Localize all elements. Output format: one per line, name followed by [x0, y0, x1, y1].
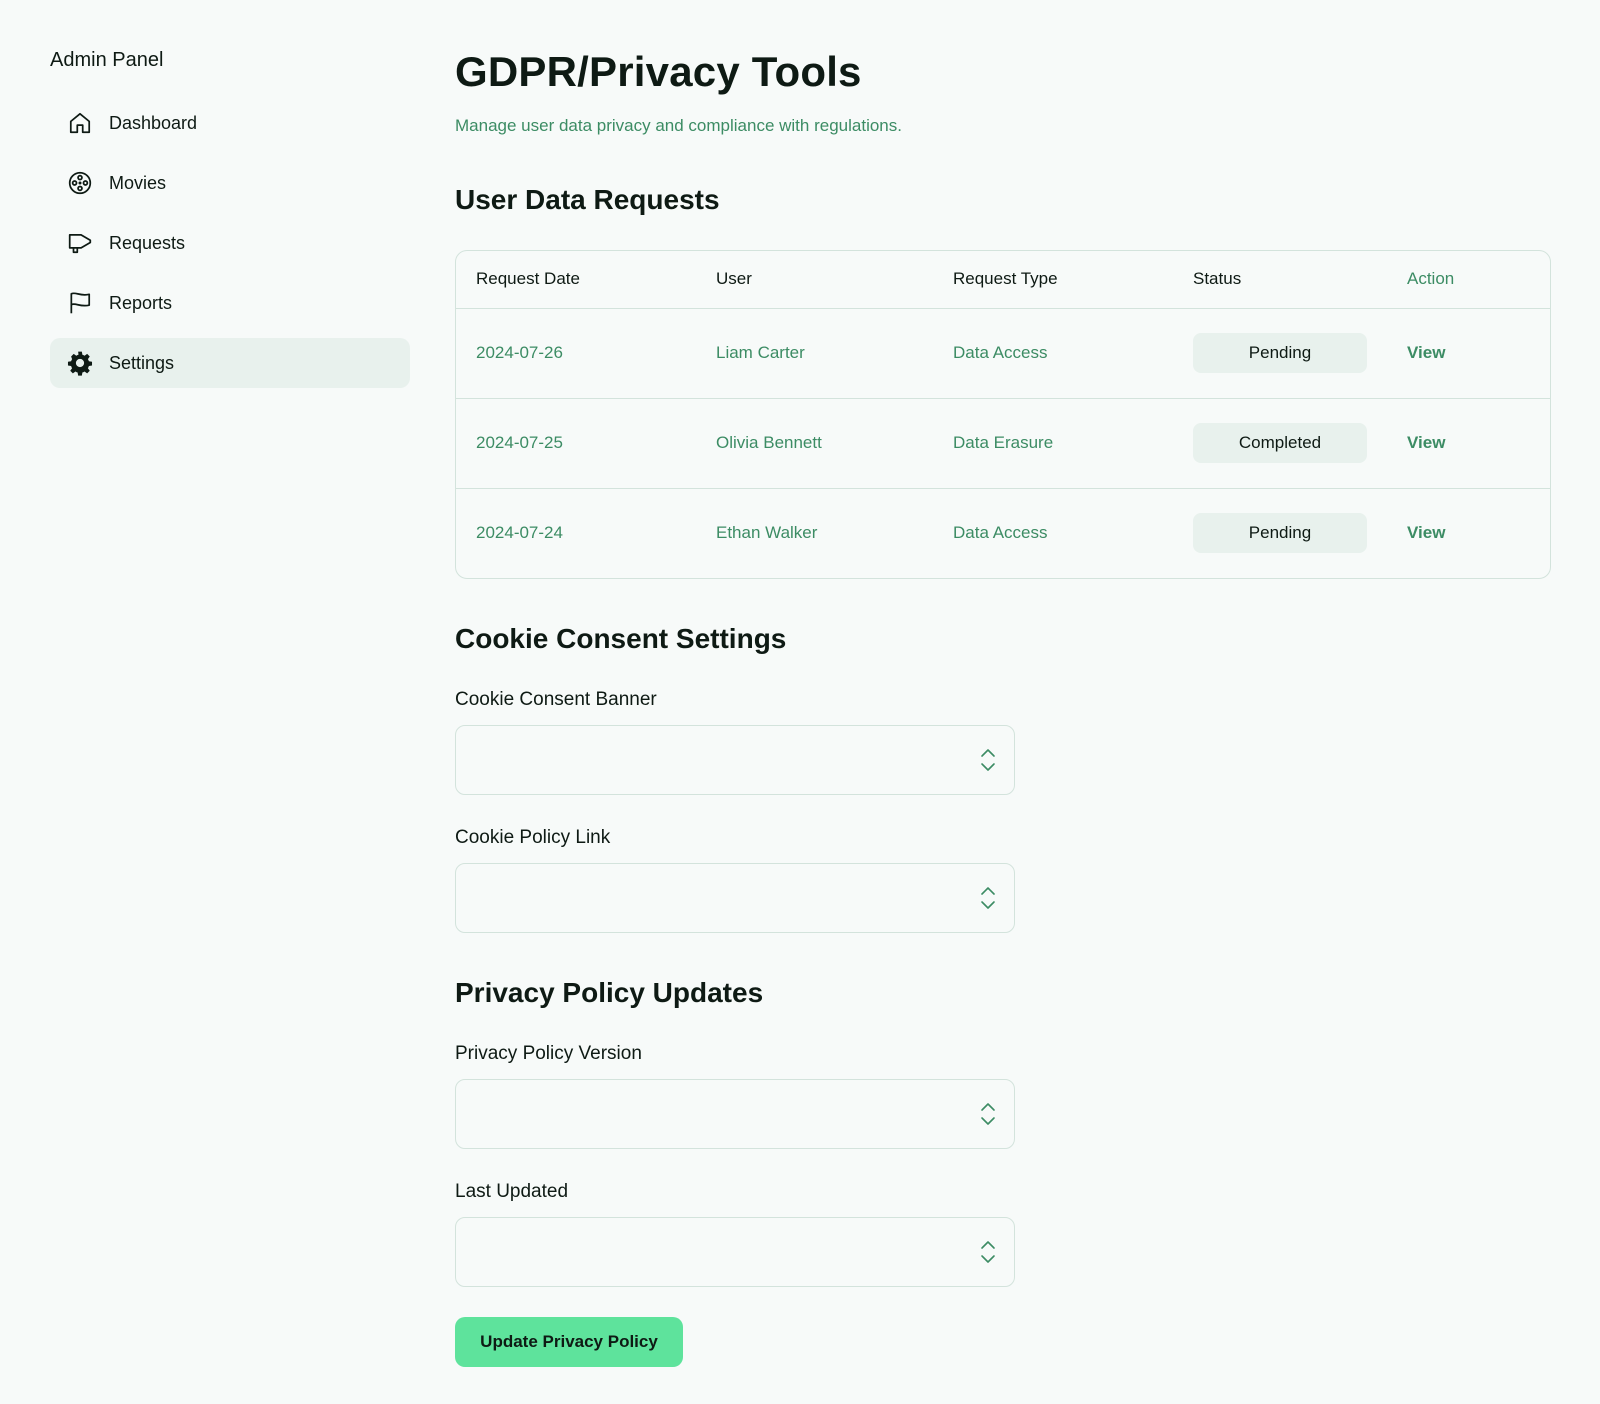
- house-icon: [67, 110, 93, 136]
- column-header-status: Status: [1173, 251, 1387, 309]
- request-date: 2024-07-25: [456, 398, 696, 489]
- privacy-policy-version-label: Privacy Policy Version: [455, 1043, 642, 1064]
- status-badge: Pending: [1193, 513, 1367, 554]
- sidebar-item-label: Dashboard: [109, 112, 198, 133]
- view-link[interactable]: View: [1407, 433, 1445, 452]
- flag-icon: [67, 290, 93, 316]
- view-link[interactable]: View: [1407, 523, 1445, 542]
- sidebar-item-settings[interactable]: Settings: [50, 338, 410, 388]
- chevron-up-down-icon: [981, 887, 995, 909]
- table-header-row: Request Date User Request Type Status Ac…: [456, 251, 1550, 309]
- chevron-up-down-icon: [981, 1241, 995, 1263]
- sidebar-item-label: Settings: [109, 352, 175, 373]
- column-header-user: User: [696, 251, 933, 309]
- sidebar-title: Admin Panel: [50, 49, 164, 71]
- cookie-consent-banner-label: Cookie Consent Banner: [455, 689, 657, 710]
- table-row: 2024-07-26 Liam Carter Data Access Pendi…: [456, 308, 1550, 399]
- status-badge: Completed: [1193, 423, 1367, 463]
- page-subtitle: Manage user data privacy and compliance …: [455, 116, 902, 135]
- section-title-privacy-policy-updates: Privacy Policy Updates: [455, 977, 764, 1008]
- sidebar: Admin Panel Dashboard Movies Requests Re…: [50, 44, 410, 398]
- sidebar-item-label: Movies: [109, 172, 167, 193]
- update-privacy-policy-button[interactable]: Update Privacy Policy: [455, 1317, 683, 1367]
- table-row: 2024-07-24 Ethan Walker Data Access Pend…: [456, 488, 1550, 578]
- column-header-request-type: Request Type: [933, 251, 1173, 309]
- sidebar-item-reports[interactable]: Reports: [50, 278, 410, 328]
- page-title: GDPR/Privacy Tools: [455, 48, 862, 95]
- section-title-cookie-consent: Cookie Consent Settings: [455, 623, 787, 654]
- main-content: GDPR/Privacy Tools Manage user data priv…: [455, 44, 1551, 1367]
- megaphone-icon: [67, 230, 93, 256]
- requests-table: Request Date User Request Type Status Ac…: [455, 250, 1551, 579]
- request-type: Data Access: [933, 308, 1173, 399]
- view-link[interactable]: View: [1407, 343, 1445, 362]
- last-updated-label: Last Updated: [455, 1181, 569, 1202]
- sidebar-item-movies[interactable]: Movies: [50, 158, 410, 208]
- sidebar-item-requests[interactable]: Requests: [50, 218, 410, 268]
- sidebar-item-dashboard[interactable]: Dashboard: [50, 98, 410, 148]
- request-date: 2024-07-26: [456, 308, 696, 399]
- request-type: Data Erasure: [933, 398, 1173, 489]
- chevron-up-down-icon: [981, 749, 995, 771]
- request-type: Data Access: [953, 523, 1048, 543]
- request-date: 2024-07-24: [476, 523, 563, 543]
- table-row: 2024-07-25 Olivia Bennett Data Erasure C…: [456, 398, 1550, 489]
- sidebar-item-label: Reports: [109, 292, 173, 313]
- film-reel-icon: [67, 170, 93, 196]
- status-badge: Pending: [1193, 333, 1367, 373]
- request-user: Liam Carter: [696, 308, 933, 399]
- last-updated-select[interactable]: [455, 1217, 1015, 1287]
- section-title-user-data-requests: User Data Requests: [455, 184, 720, 215]
- cookie-policy-link-label: Cookie Policy Link: [455, 827, 611, 848]
- cookie-policy-link-select[interactable]: [455, 863, 1015, 933]
- column-header-request-date: Request Date: [456, 251, 696, 309]
- sidebar-item-label: Requests: [109, 232, 186, 253]
- request-user: Olivia Bennett: [696, 398, 933, 489]
- gear-icon: [67, 350, 93, 376]
- column-header-action: Action: [1387, 251, 1550, 309]
- cookie-consent-banner-select[interactable]: [455, 725, 1015, 795]
- request-user: Ethan Walker: [716, 523, 818, 543]
- privacy-policy-version-select[interactable]: [455, 1079, 1015, 1149]
- chevron-up-down-icon: [981, 1103, 995, 1125]
